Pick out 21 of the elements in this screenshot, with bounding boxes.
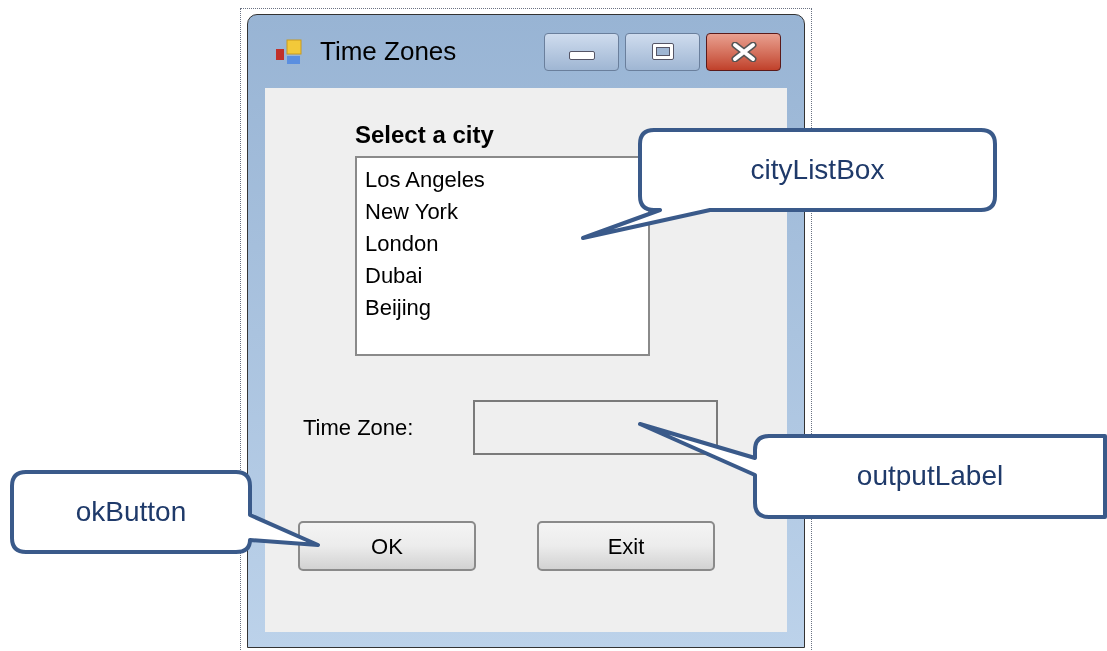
callout-text: cityListBox: [750, 153, 885, 187]
app-icon: [275, 36, 305, 67]
city-list-box[interactable]: Los Angeles New York London Dubai Beijing: [355, 156, 650, 356]
select-city-heading: Select a city: [355, 120, 495, 150]
minimize-button[interactable]: [544, 32, 619, 71]
city-list-item[interactable]: Beijing: [365, 292, 432, 324]
close-button[interactable]: [706, 32, 781, 71]
city-list-item[interactable]: Dubai: [365, 260, 423, 292]
city-list-item[interactable]: Los Angeles: [365, 164, 485, 196]
city-list-item[interactable]: New York: [365, 196, 458, 228]
ok-button[interactable]: OK: [298, 521, 476, 571]
time-zone-label: Time Zone:: [303, 414, 415, 442]
maximize-button[interactable]: [625, 32, 700, 71]
callout-text: okButton: [75, 495, 187, 529]
window-title: Time Zones: [320, 35, 457, 68]
close-icon: [730, 41, 757, 62]
exit-button[interactable]: Exit: [537, 521, 715, 571]
restore-icon: [651, 43, 674, 60]
city-list-item[interactable]: London: [365, 228, 439, 260]
minimize-icon: [568, 51, 595, 60]
callout-text: outputLabel: [856, 459, 1004, 493]
